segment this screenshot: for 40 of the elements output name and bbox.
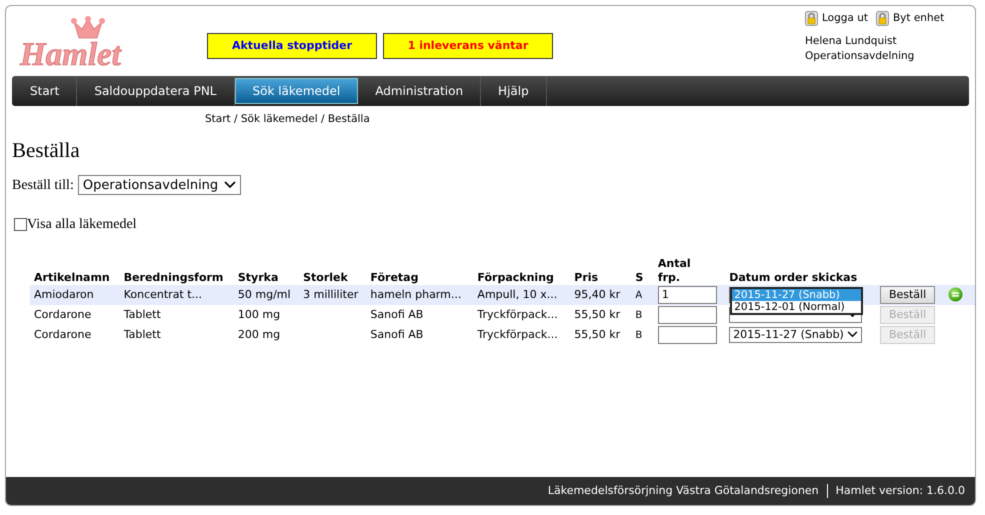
column-header: S [635, 270, 644, 284]
table-cell: Cordarone [34, 308, 92, 321]
table-cell: Tablett [124, 308, 161, 321]
table-cell: Ampull, 10 x... [477, 288, 558, 301]
page-title: Beställa [12, 138, 81, 163]
table-cell: Tryckförpack... [477, 328, 558, 341]
column-header: Beredningsform [124, 270, 224, 284]
breadcrumb: Start / Sök läkemedel / Beställa [205, 113, 370, 125]
table-cell: Sanofi AB [370, 308, 424, 321]
table-cell: hameln pharm... [370, 288, 462, 301]
user-name: Helena Lundquist [805, 34, 898, 49]
table-cell: 55,50 kr [574, 328, 620, 341]
column-header: Datum order skickas [729, 270, 858, 284]
column-header: Företag [370, 270, 418, 284]
column-header: Styrka [238, 270, 278, 284]
table-cell: 3 milliliter [303, 288, 358, 301]
version-text: Hamlet version: 1.6.0.0 [836, 482, 965, 499]
column-header: Pris [574, 270, 598, 284]
table-cell: Sanofi AB [370, 328, 424, 341]
table-cell: 95,40 kr [574, 288, 620, 301]
checkbox-label: Visa alla läkemedel [27, 216, 137, 234]
table-cell: A [635, 290, 642, 301]
table-cell: 50 mg/ml [238, 288, 291, 301]
table-cell: Tryckförpack... [477, 308, 558, 321]
column-header: Antal frp. [658, 256, 692, 285]
footer-text: Läkemedelsförsörjning Västra Götalandsregionen [548, 482, 819, 499]
table-cell: 200 mg [238, 328, 280, 341]
field-label: Beställ till: [12, 176, 74, 195]
column-header: Förpackning [477, 270, 554, 284]
unit-name: Operationsavdelning [805, 49, 916, 64]
table-cell: B [635, 310, 642, 321]
table-cell: Tablett [124, 328, 161, 341]
table-cell: Amiodaron [34, 288, 94, 301]
table-cell: 55,50 kr [574, 308, 620, 321]
table-cell: Koncentrat t... [124, 288, 202, 301]
table-cell: Cordarone [34, 328, 92, 341]
column-header: Storlek [303, 270, 348, 284]
table-cell: B [635, 330, 642, 341]
column-header: Artikelnamn [34, 270, 110, 284]
table-cell: 100 mg [238, 308, 280, 321]
